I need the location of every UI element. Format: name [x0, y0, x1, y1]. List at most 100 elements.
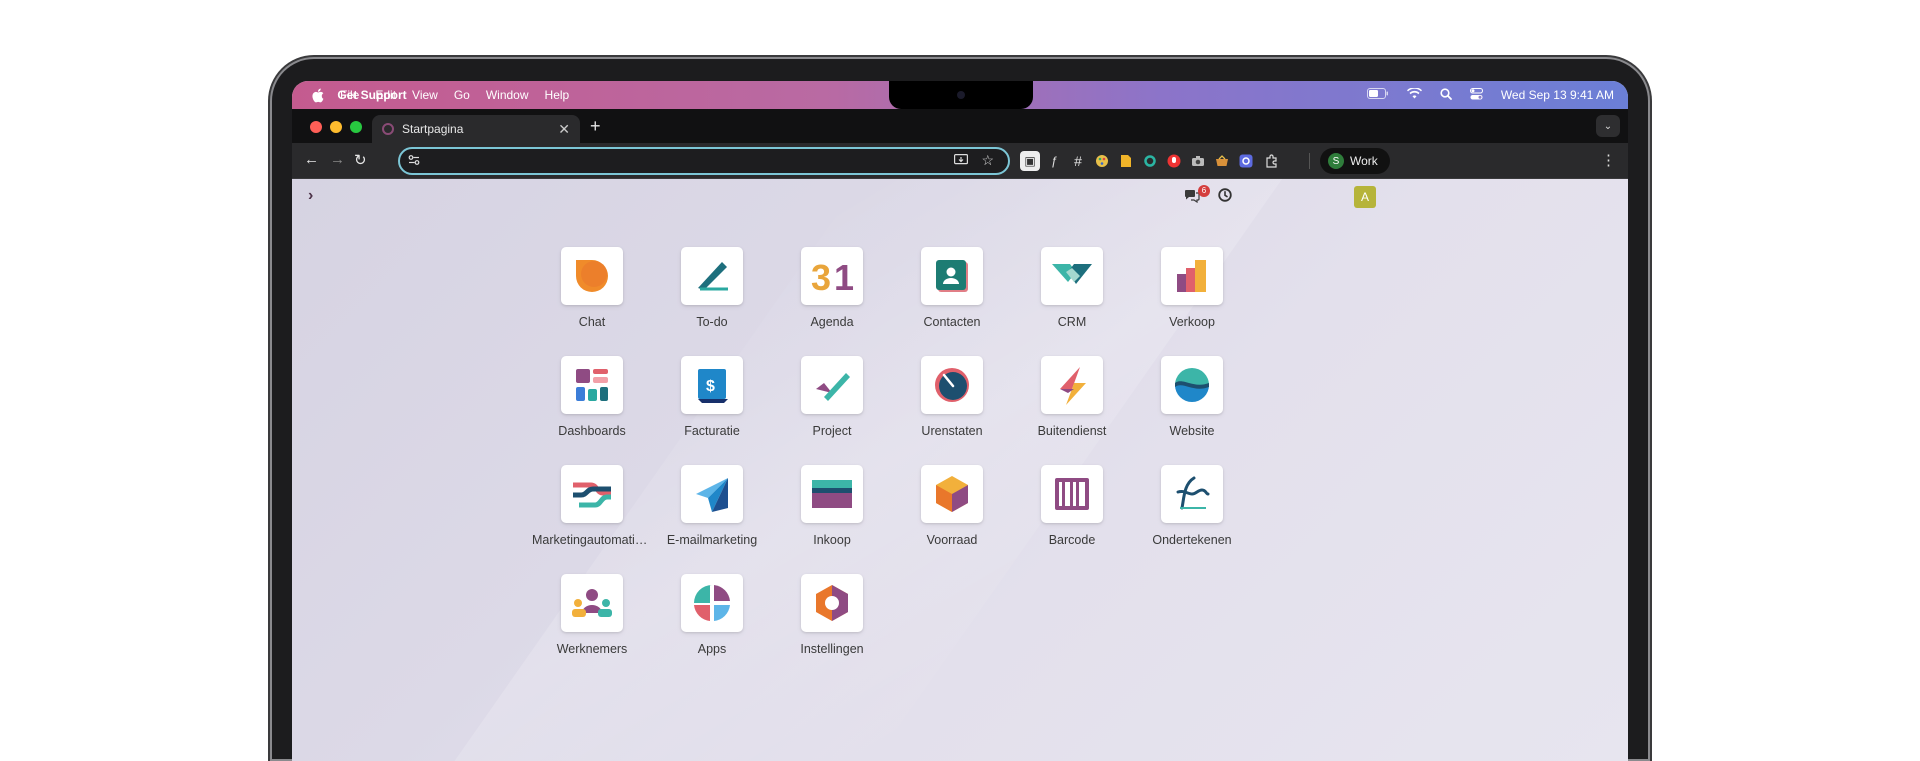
menu-window[interactable]: Window — [486, 88, 529, 102]
close-tab-icon[interactable]: ✕ — [558, 121, 570, 138]
new-tab-icon[interactable]: + — [590, 117, 601, 135]
browser-toolbar: ← → ↻ ☆ ▣ ƒ # S Work ⋮ — [292, 143, 1628, 179]
app-label: CRM — [1057, 315, 1087, 329]
toolbar-divider — [1309, 153, 1310, 169]
extension-palette-icon[interactable] — [1092, 151, 1112, 171]
app-label: Ondertekenen — [1152, 533, 1232, 547]
website-globe-icon — [1161, 356, 1223, 414]
app-tile-instellingen[interactable]: Instellingen — [772, 574, 892, 656]
extension-camera-icon[interactable] — [1188, 151, 1208, 171]
url-input[interactable] — [428, 151, 948, 171]
screen: Get Support File Edit View Go Window Hel… — [292, 81, 1628, 761]
user-avatar[interactable]: A — [1354, 186, 1376, 208]
back-arrow-icon[interactable]: ← — [304, 151, 319, 168]
app-tile-marketingautomatisering[interactable]: Marketingautomatisering — [532, 465, 652, 547]
expand-chevron-icon[interactable]: › — [308, 187, 313, 205]
menu-help[interactable]: Help — [545, 88, 570, 102]
app-label: E-mailmarketing — [666, 533, 758, 547]
app-label: Verkoop — [1169, 315, 1215, 329]
app-tile-website[interactable]: Website — [1132, 356, 1252, 438]
timesheet-gauge-icon — [921, 356, 983, 414]
app-tile-chat[interactable]: Chat — [532, 247, 652, 329]
app-tile-ondertekenen[interactable]: Ondertekenen — [1132, 465, 1252, 547]
app-tile-e-mailmarketing[interactable]: E-mailmarketing — [652, 465, 772, 547]
minimize-window-button[interactable] — [330, 121, 342, 133]
install-app-icon[interactable] — [954, 154, 969, 169]
profile-avatar: S — [1328, 153, 1344, 169]
app-tile-urenstaten[interactable]: Urenstaten — [892, 356, 1012, 438]
extensions-puzzle-icon[interactable] — [1262, 151, 1282, 171]
extension-gear-icon[interactable] — [1236, 151, 1256, 171]
favicon-icon — [382, 123, 394, 135]
app-label: Urenstaten — [921, 424, 983, 438]
profile-label: Work — [1350, 154, 1378, 168]
app-label: Barcode — [1048, 533, 1096, 547]
menubar-app-name[interactable]: Get Support — [312, 88, 432, 102]
app-label: Werknemers — [556, 642, 628, 656]
extension-hashtag-icon[interactable]: # — [1068, 151, 1088, 171]
extension-record-icon[interactable] — [1164, 151, 1184, 171]
app-label: Contacten — [923, 315, 981, 329]
svg-text:$: $ — [706, 378, 715, 395]
app-tile-todo[interactable]: To-do — [652, 247, 772, 329]
activity-clock-icon[interactable] — [1218, 188, 1232, 207]
sales-chart-icon — [1161, 247, 1223, 305]
extension-translate-icon[interactable]: ▣ — [1020, 151, 1040, 171]
tab-search-chevron-icon[interactable]: ⌄ — [1596, 115, 1620, 137]
control-center-icon[interactable] — [1469, 87, 1483, 103]
app-label: Facturatie — [684, 424, 740, 438]
wifi-icon[interactable] — [1406, 87, 1422, 102]
tab-bar: Startpagina ✕ + ⌄ — [292, 109, 1628, 143]
camera-icon — [957, 91, 965, 99]
calendar-icon: 31 — [801, 247, 863, 305]
app-tile-crm[interactable]: CRM — [1012, 247, 1132, 329]
reload-icon[interactable]: ↻ — [354, 151, 367, 169]
extension-formula-icon[interactable]: ƒ — [1044, 151, 1064, 171]
bookmark-star-icon[interactable]: ☆ — [981, 152, 994, 169]
tab-startpagina[interactable]: Startpagina ✕ — [372, 115, 580, 143]
app-tile-barcode[interactable]: Barcode — [1012, 465, 1132, 547]
extension-note-icon[interactable] — [1116, 151, 1136, 171]
crm-handshake-icon — [1041, 247, 1103, 305]
app-tile-facturatie[interactable]: $ Facturatie — [652, 356, 772, 438]
spotlight-search-icon[interactable] — [1440, 87, 1452, 103]
app-tile-apps[interactable]: Apps — [652, 574, 772, 656]
app-label: Chat — [578, 315, 606, 329]
purchase-card-icon — [801, 465, 863, 523]
close-window-button[interactable] — [310, 121, 322, 133]
menubar-clock[interactable]: Wed Sep 13 9:41 AM — [1501, 88, 1614, 102]
forward-arrow-icon[interactable]: → — [330, 151, 345, 168]
project-check-icon — [801, 356, 863, 414]
app-label: Inkoop — [813, 533, 851, 547]
paper-plane-icon — [681, 465, 743, 523]
zoom-window-button[interactable] — [350, 121, 362, 133]
browser-menu-icon[interactable]: ⋮ — [1601, 151, 1616, 169]
signature-icon — [1161, 465, 1223, 523]
app-tile-werknemers[interactable]: Werknemers — [532, 574, 652, 656]
profile-button[interactable]: S Work — [1320, 148, 1390, 174]
app-label: Website — [1169, 424, 1215, 438]
app-label: Instellingen — [800, 642, 864, 656]
battery-icon[interactable] — [1366, 88, 1389, 102]
app-tile-verkoop[interactable]: Verkoop — [1132, 247, 1252, 329]
address-bar[interactable]: ☆ — [398, 147, 1010, 175]
laptop-frame: Get Support File Edit View Go Window Hel… — [272, 59, 1648, 761]
app-tile-buitendienst[interactable]: Buitendienst — [1012, 356, 1132, 438]
app-tile-contacten[interactable]: Contacten — [892, 247, 1012, 329]
app-tile-voorraad[interactable]: Voorraad — [892, 465, 1012, 547]
app-label: Voorraad — [926, 533, 978, 547]
app-tile-dashboards[interactable]: Dashboards — [532, 356, 652, 438]
app-label: Marketingautomatisering — [532, 533, 652, 547]
employees-icon — [561, 574, 623, 632]
extension-basket-icon[interactable] — [1212, 151, 1232, 171]
app-tile-agenda[interactable]: 31 Agenda — [772, 247, 892, 329]
barcode-icon — [1041, 465, 1103, 523]
chat-icon — [561, 247, 623, 305]
app-tile-inkoop[interactable]: Inkoop — [772, 465, 892, 547]
camera-notch — [889, 81, 1033, 109]
app-tile-project[interactable]: Project — [772, 356, 892, 438]
site-settings-icon[interactable] — [408, 154, 420, 168]
invoice-icon: $ — [681, 356, 743, 414]
menu-go[interactable]: Go — [454, 88, 470, 102]
extension-ring-icon[interactable] — [1140, 151, 1160, 171]
